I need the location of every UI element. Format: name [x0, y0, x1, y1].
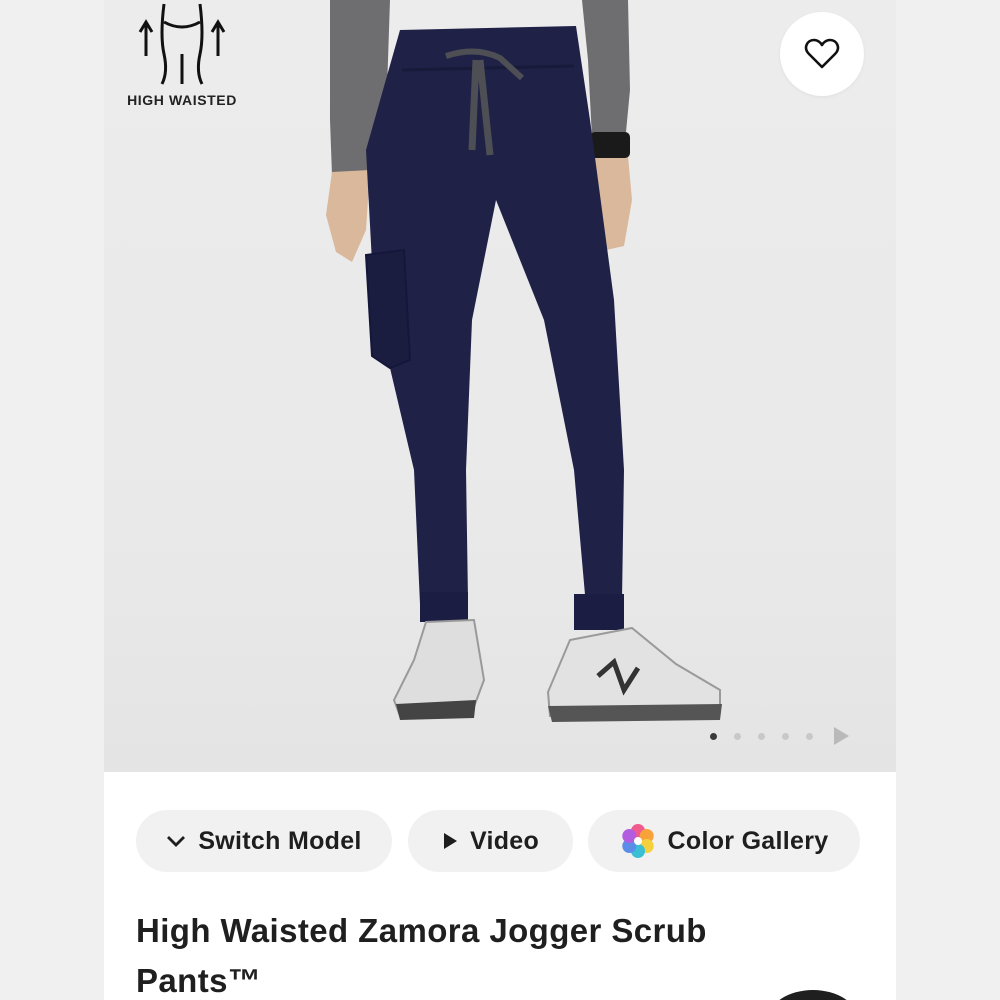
color-wheel-icon [620, 823, 656, 859]
product-photo [326, 0, 722, 722]
product-title: High Waisted Zamora Jogger Scrub Pants™ [136, 912, 707, 999]
high-waisted-badge: HIGH WAISTED [112, 0, 252, 115]
chevron-down-icon [166, 834, 186, 848]
high-waist-icon [138, 3, 226, 85]
media-actions: Switch Model Video Color Gallery [136, 810, 876, 872]
carousel-dot[interactable] [758, 732, 765, 740]
carousel-indicators [710, 726, 849, 746]
video-label: Video [469, 826, 540, 855]
product-image-carousel[interactable]: HIGH WAISTED [104, 0, 896, 772]
product-card: HIGH WAISTED Switch Model Video Color Ga… [104, 0, 896, 1000]
carousel-dot[interactable] [806, 732, 813, 740]
favorite-button[interactable] [780, 12, 864, 96]
play-arrow-icon[interactable] [834, 727, 849, 745]
play-icon [442, 832, 458, 850]
right-margin [896, 0, 1000, 1000]
color-gallery-button[interactable]: Color Gallery [588, 810, 860, 872]
carousel-dot[interactable] [734, 732, 741, 740]
left-margin [0, 0, 104, 1000]
badge-label: HIGH WAISTED [127, 92, 237, 108]
video-button[interactable]: Video [408, 810, 573, 872]
heart-icon [804, 38, 840, 69]
switch-model-button[interactable]: Switch Model [136, 810, 392, 872]
carousel-dot[interactable] [782, 732, 789, 740]
color-gallery-label: Color Gallery [667, 826, 829, 855]
switch-model-label: Switch Model [198, 826, 362, 855]
carousel-dot[interactable] [710, 732, 717, 740]
